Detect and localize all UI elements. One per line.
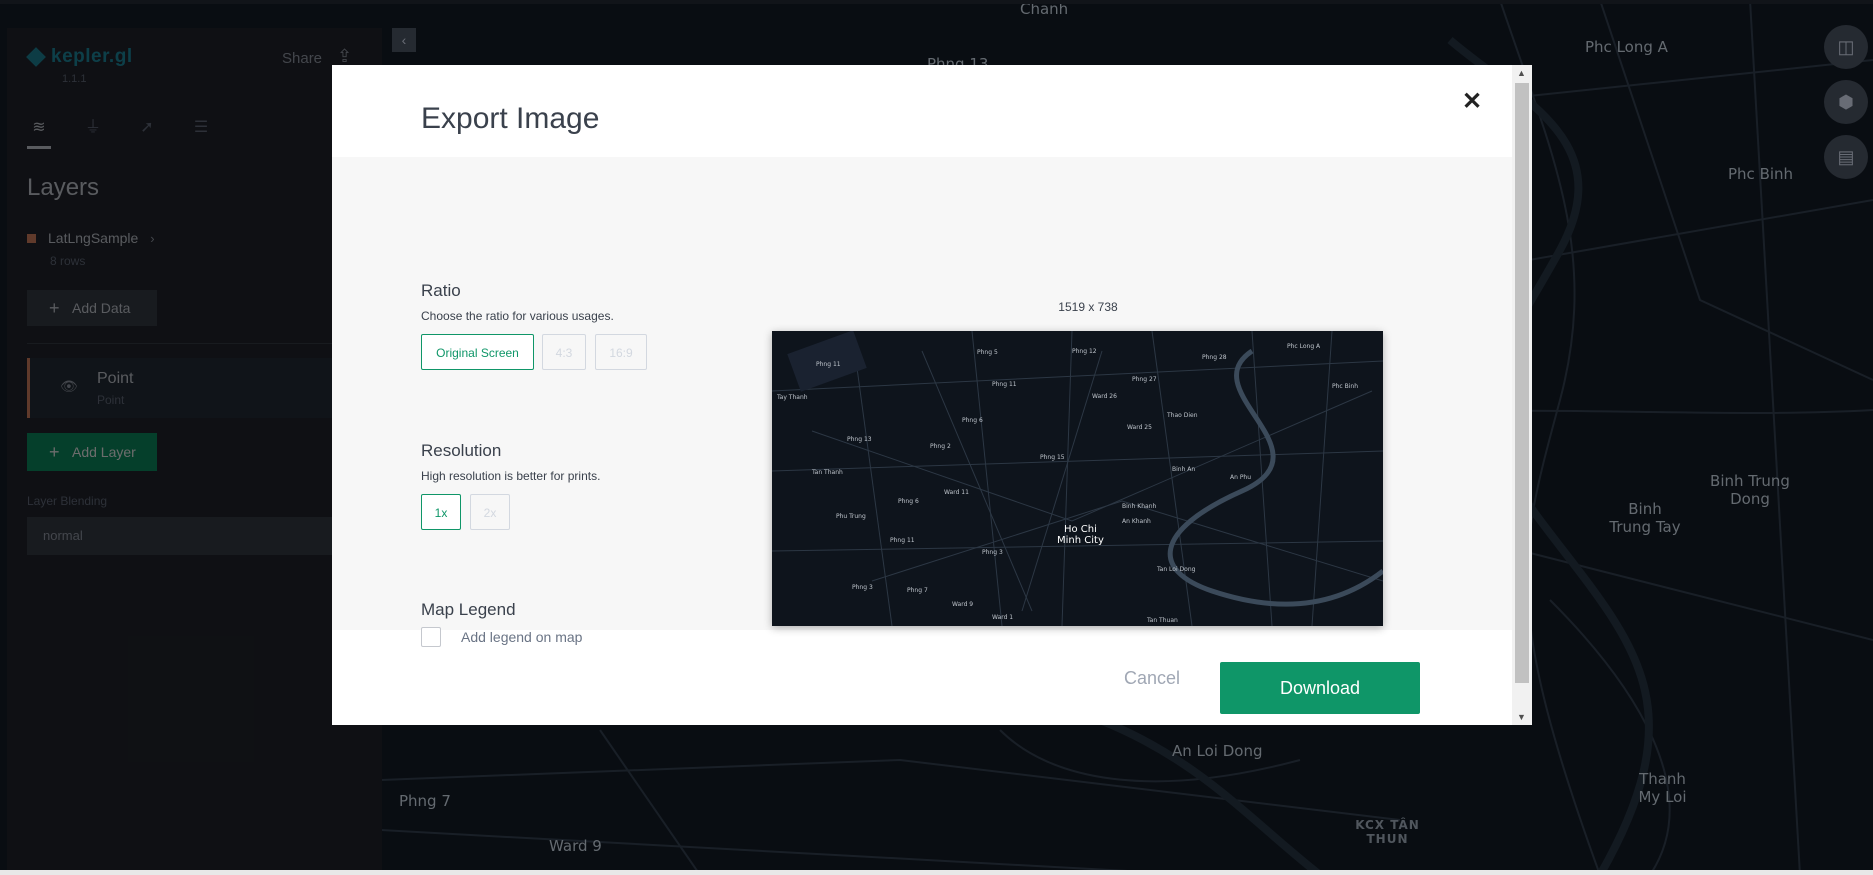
ratio-option-4-3[interactable]: 4:3 xyxy=(542,334,586,370)
modal-scrollbar[interactable]: ▲ ▼ xyxy=(1512,65,1532,725)
preview-center-label: Ho Chi Minh City xyxy=(1057,524,1104,546)
modal-title: Export Image xyxy=(421,102,600,135)
export-image-modal: Export Image ✕ Ratio Choose the ratio fo… xyxy=(332,65,1532,725)
resolution-option-1x[interactable]: 1x xyxy=(421,494,461,530)
preview-dimensions: 1519 x 738 xyxy=(1058,300,1118,314)
resolution-description: High resolution is better for prints. xyxy=(421,469,601,483)
resolution-title: Resolution xyxy=(421,441,502,460)
scroll-down-icon[interactable]: ▼ xyxy=(1517,712,1526,722)
map-preview-image: Phng 11 Tay Thanh Phng 5 Phng 12 Phng 28… xyxy=(772,331,1383,626)
close-icon[interactable]: ✕ xyxy=(1462,87,1482,116)
download-button[interactable]: Download xyxy=(1220,662,1420,714)
ratio-option-16-9[interactable]: 16:9 xyxy=(595,334,647,370)
preview-map-roads xyxy=(772,331,1383,626)
modal-body: Ratio Choose the ratio for various usage… xyxy=(332,157,1512,647)
legend-checkbox[interactable] xyxy=(421,627,441,647)
scroll-up-icon[interactable]: ▲ xyxy=(1517,68,1526,78)
ratio-option-original[interactable]: Original Screen xyxy=(421,334,534,370)
ratio-description: Choose the ratio for various usages. xyxy=(421,309,614,323)
resolution-option-2x[interactable]: 2x xyxy=(470,494,510,530)
cancel-button[interactable]: Cancel xyxy=(1124,668,1180,689)
bottom-strip xyxy=(0,870,1873,875)
ratio-title: Ratio xyxy=(421,281,461,300)
scroll-thumb[interactable] xyxy=(1515,83,1529,683)
legend-checkbox-label[interactable]: Add legend on map xyxy=(461,629,582,645)
map-legend-title: Map Legend xyxy=(421,600,516,619)
